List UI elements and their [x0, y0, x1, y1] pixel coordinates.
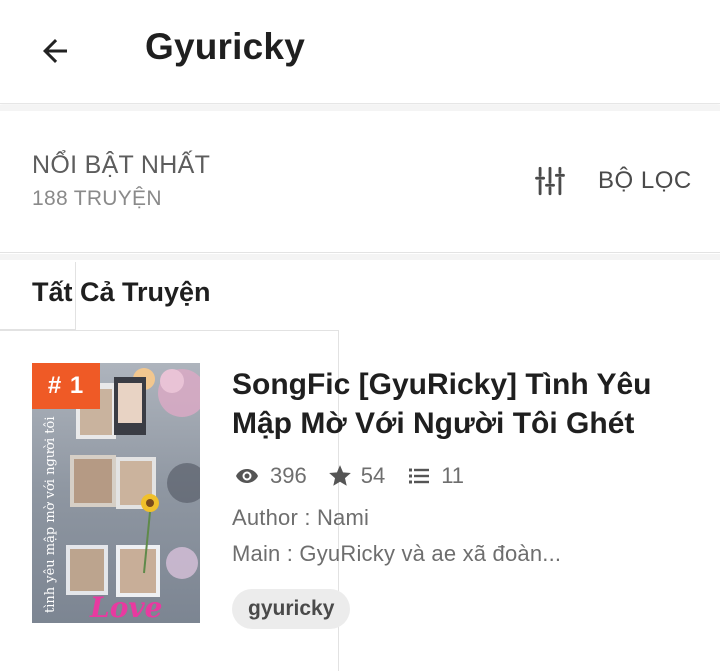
- arrow-left-icon: [43, 39, 67, 63]
- story-stats: 396 54 11: [232, 458, 484, 494]
- sort-title[interactable]: NỔI BẬT NHẤT: [32, 151, 210, 180]
- reads-count: 396: [270, 463, 307, 488]
- votes-stat: 54: [327, 463, 385, 489]
- divider: [0, 254, 720, 260]
- star-icon: [327, 463, 353, 489]
- eye-icon: [232, 464, 262, 488]
- section-title: Tất Cả Truyện: [32, 277, 211, 307]
- votes-count: 54: [360, 463, 386, 488]
- app-header: Gyuricky: [0, 0, 720, 104]
- filter-button[interactable]: BỘ LỌC: [530, 161, 692, 201]
- back-button[interactable]: [30, 26, 80, 76]
- story-main: Main : GyuRicky và ae xã đoàn...: [232, 541, 562, 566]
- reads-stat: 396: [232, 463, 307, 489]
- sort-bar: NỔI BẬT NHẤT 188 TRUYỆN BỘ LỌC: [0, 111, 720, 253]
- parts-count: 11: [441, 463, 465, 488]
- page-title: Gyuricky: [145, 26, 305, 67]
- story-card[interactable]: tình yêu mập mờ với người tôi Love # 1 S…: [0, 330, 720, 671]
- parts-stat: 11: [405, 463, 464, 489]
- list-icon: [405, 464, 433, 488]
- cover-signature: Love: [89, 591, 162, 623]
- tag-chip[interactable]: gyuricky: [232, 589, 351, 629]
- rank-badge: # 1: [32, 363, 100, 409]
- story-author: Author : Nami: [232, 505, 370, 530]
- story-title[interactable]: SongFic [GyuRicky] Tình Yêu Mập Mờ Với N…: [232, 365, 702, 443]
- sliders-icon: [530, 161, 570, 201]
- story-count: 188 TRUYỆN: [32, 187, 162, 210]
- filter-label: BỘ LỌC: [598, 167, 692, 194]
- cover-text: tình yêu mập mờ với người tôi: [43, 417, 58, 613]
